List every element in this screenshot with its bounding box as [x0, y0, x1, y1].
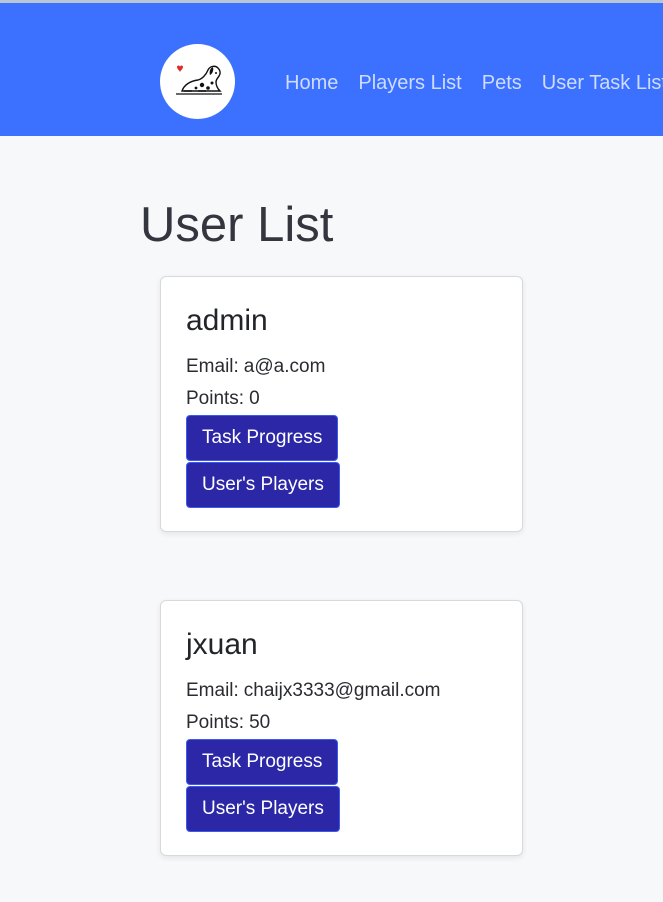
points-label: Points: — [186, 388, 245, 409]
navbar: Home Players List Pets User Task List — [0, 3, 663, 136]
task-progress-button[interactable]: Task Progress — [186, 739, 339, 785]
nav-link-players-list[interactable]: Players List — [358, 71, 461, 95]
task-progress-button[interactable]: Task Progress — [186, 415, 339, 461]
user-points: Points: 50 — [186, 712, 270, 734]
email-value: a@a.com — [243, 356, 326, 377]
user-email: Email: chaijx3333@gmail.com — [186, 680, 441, 702]
points-value: 0 — [249, 388, 260, 409]
nav-link-user-task-list[interactable]: User Task List — [542, 71, 663, 95]
nav-link-home[interactable]: Home — [285, 71, 338, 95]
user-card: admin Email: a@a.com Points: 0 Task Progre… — [160, 276, 523, 532]
points-label: Points: — [186, 712, 245, 733]
dalmatian-dog-logo-icon — [172, 61, 224, 102]
nav-links: Home Players List Pets User Task List — [285, 71, 663, 95]
user-name: admin — [186, 304, 268, 337]
site-logo[interactable] — [160, 44, 235, 119]
user-points: Points: 0 — [186, 388, 260, 410]
user-card: jxuan Email: chaijx3333@gmail.com Points:… — [160, 600, 523, 856]
users-players-button[interactable]: User's Players — [186, 462, 340, 508]
email-value: chaijx3333@gmail.com — [243, 680, 441, 701]
points-value: 50 — [249, 712, 271, 733]
users-players-button[interactable]: User's Players — [186, 786, 340, 832]
user-name: jxuan — [186, 628, 258, 661]
page-title: User List — [140, 198, 334, 252]
user-email: Email: a@a.com — [186, 356, 325, 378]
email-label: Email: — [186, 680, 239, 701]
nav-link-pets[interactable]: Pets — [482, 71, 522, 95]
email-label: Email: — [186, 356, 239, 377]
